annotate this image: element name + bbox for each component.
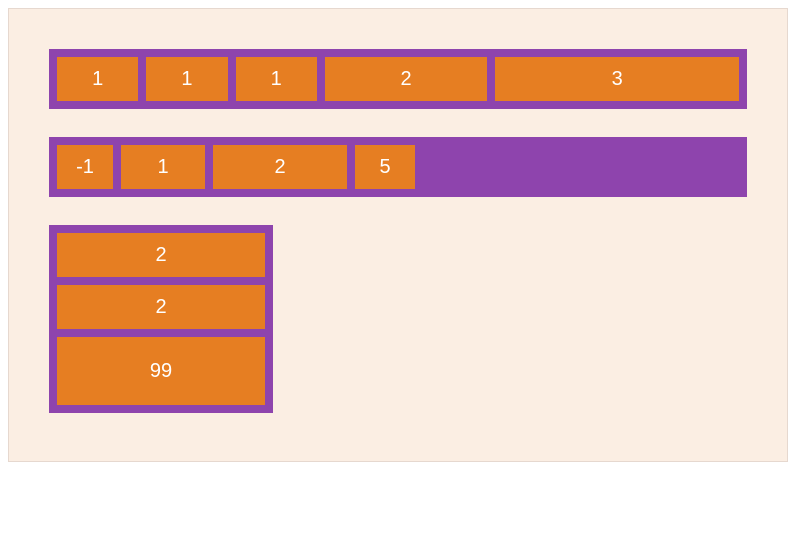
item-label: 2 [155,244,166,267]
item-label: 1 [92,68,103,91]
flex-column: 2 2 99 [49,225,273,413]
flex-item: 2 [325,57,488,101]
item-label: 1 [271,68,282,91]
item-label: 2 [400,68,411,91]
flex-item: -1 [57,145,113,189]
flex-item: 1 [236,57,317,101]
item-label: 2 [155,296,166,319]
flex-item: 99 [57,337,265,405]
flex-item: 2 [57,285,265,329]
item-label: 3 [612,68,623,91]
item-label: 1 [181,68,192,91]
flex-item: 1 [57,57,138,101]
flex-item: 1 [121,145,205,189]
flex-item: 3 [495,57,739,101]
flex-item: 2 [213,145,347,189]
item-label: -1 [76,156,94,179]
flex-item: 5 [355,145,415,189]
flex-row-2: -1 1 2 5 [49,137,747,197]
item-label: 99 [150,360,172,383]
flex-row-1: 1 1 1 2 3 [49,49,747,109]
flex-item: 2 [57,233,265,277]
flex-item: 1 [146,57,227,101]
diagram-canvas: 1 1 1 2 3 -1 1 2 5 2 2 99 [8,8,788,462]
item-label: 1 [157,156,168,179]
item-label: 2 [274,156,285,179]
item-label: 5 [379,156,390,179]
